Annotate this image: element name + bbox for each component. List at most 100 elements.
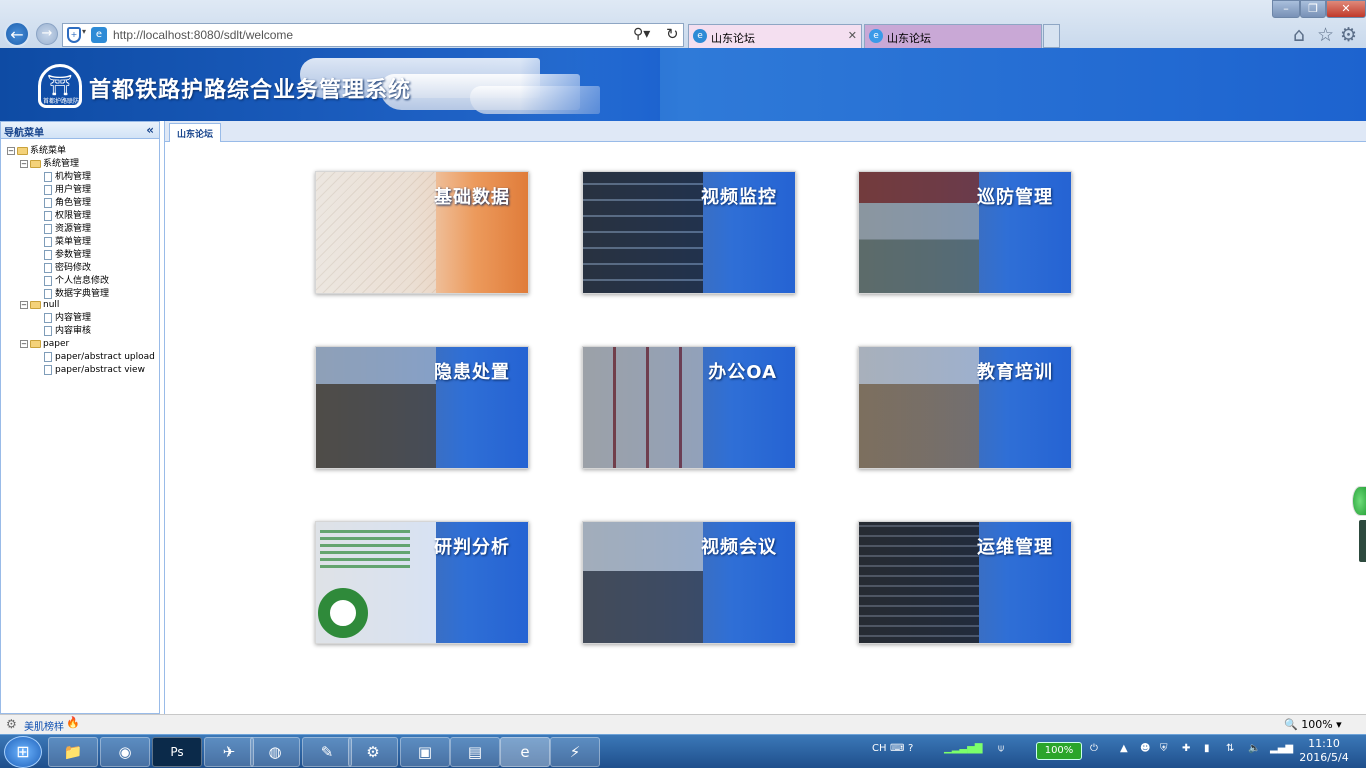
tile-education-training[interactable]: 教育培训	[858, 346, 1072, 469]
tree-toggle-icon[interactable]: −	[20, 159, 28, 168]
device-tray-icon[interactable]: ▮	[1204, 743, 1210, 754]
new-tab-button[interactable]	[1043, 24, 1060, 48]
search-icon[interactable]: ⚲▾	[633, 26, 650, 42]
folder-open-icon	[30, 159, 41, 168]
tree-toggle-icon[interactable]: −	[20, 339, 28, 348]
tree-item-review[interactable]: 内容审核	[44, 325, 91, 338]
address-bar[interactable]: + ▾ e http://localhost:8080/sdlt/welcome…	[62, 23, 684, 47]
tree-node-label: 系统菜单	[30, 146, 67, 156]
maximize-button[interactable]: ❐	[1300, 0, 1326, 18]
browser-tab-1[interactable]: e 山东论坛 ✕	[688, 24, 862, 48]
status-link[interactable]: 美肌榜样	[24, 718, 64, 733]
shield-icon[interactable]: +	[67, 27, 81, 43]
tree-item-permission[interactable]: 权限管理	[44, 210, 91, 223]
taskbar-bird-icon[interactable]: ✈	[204, 737, 254, 767]
zoom-level[interactable]: 🔍 100% ▾	[1284, 718, 1342, 731]
wifi-bars-icon[interactable]: ▂▄▆	[1270, 743, 1293, 754]
logo-caption: 首都护路联防	[42, 98, 79, 105]
tile-photo	[583, 522, 703, 643]
tile-photo	[583, 347, 703, 468]
tree-group-system[interactable]: − 系统管理	[20, 158, 79, 171]
settings-gear-icon[interactable]: ⚙	[6, 717, 17, 731]
tile-video-monitoring[interactable]: 视频监控	[582, 171, 796, 294]
taskbar-tool-icon[interactable]: ⚙	[348, 737, 398, 767]
help-icon[interactable]: ?	[908, 743, 913, 754]
taskbar-notes-icon[interactable]: ✎	[302, 737, 352, 767]
battery-indicator[interactable]: 100%	[1036, 742, 1082, 760]
browser-chrome: – ❐ ✕ ← → + ▾ e http://localhost:8080/sd…	[0, 0, 1366, 48]
taskbar-app-icon[interactable]: ▣	[400, 737, 450, 767]
tree-node-label: null	[43, 300, 60, 310]
tile-label: 视频监控	[701, 187, 777, 208]
tree-toggle-icon[interactable]: −	[7, 146, 15, 155]
document-icon	[44, 171, 52, 182]
signal-bars-icon: ▁▂▃▅▇	[944, 743, 983, 754]
zoom-value: 100%	[1301, 718, 1333, 731]
tile-analysis[interactable]: 研判分析	[315, 521, 529, 644]
gear-icon[interactable]: ⚙	[1340, 24, 1357, 46]
floating-widget-icon[interactable]	[1352, 486, 1366, 516]
keyboard-icon[interactable]: ⌨	[890, 743, 904, 754]
tile-basic-data[interactable]: 基础数据	[315, 171, 529, 294]
volume-muted-icon[interactable]: 🔈	[1248, 743, 1260, 754]
tile-photo	[583, 172, 703, 293]
minimize-button[interactable]: –	[1272, 0, 1300, 18]
url-text[interactable]: http://localhost:8080/sdlt/welcome	[113, 28, 293, 42]
show-hidden-icons[interactable]: ▲	[1120, 743, 1128, 754]
floating-side-handle[interactable]	[1359, 520, 1366, 562]
tree-item-role[interactable]: 角色管理	[44, 197, 91, 210]
refresh-icon[interactable]: ↻	[666, 25, 679, 43]
collapse-double-chevron-icon[interactable]: «	[146, 123, 154, 137]
close-window-button[interactable]: ✕	[1326, 0, 1366, 18]
taskbar-firefox-icon[interactable]: ◍	[250, 737, 300, 767]
taskbar-lightning-icon[interactable]: ⚡	[550, 737, 600, 767]
tree-group-null[interactable]: − null	[20, 299, 59, 312]
chevron-down-icon[interactable]: ▾	[82, 27, 86, 36]
tree-item-profile[interactable]: 个人信息修改	[44, 275, 109, 288]
qq-penguin-icon[interactable]: ☻	[1140, 743, 1150, 754]
tile-label: 教育培训	[977, 362, 1053, 383]
sidebar-title: 导航菜单	[4, 128, 44, 139]
tree-item-params[interactable]: 参数管理	[44, 249, 91, 262]
power-plug-icon[interactable]: ⏻	[1090, 743, 1098, 754]
tab-welcome[interactable]: 山东论坛	[169, 123, 222, 142]
tile-video-conference[interactable]: 视频会议	[582, 521, 796, 644]
document-icon	[44, 210, 52, 221]
taskbar-chrome-icon[interactable]: ◉	[100, 737, 150, 767]
taskbar-explorer-icon[interactable]: 📁	[48, 737, 98, 767]
tile-hazard-handling[interactable]: 隐患处置	[315, 346, 529, 469]
windows-start-button[interactable]: ⊞	[4, 736, 42, 768]
network-tray-icon[interactable]: ⇅	[1226, 743, 1234, 754]
system-clock[interactable]: 11:10 2016/5/4	[1296, 737, 1352, 765]
tree-item-org[interactable]: 机构管理	[44, 171, 91, 184]
tree-root[interactable]: − 系统菜单	[7, 145, 66, 158]
taskbar-ie-icon[interactable]: e	[500, 737, 550, 767]
tree-item-password[interactable]: 密码修改	[44, 262, 91, 275]
tree-item-menu[interactable]: 菜单管理	[44, 236, 91, 249]
tree-item-abstract-view[interactable]: paper/abstract view	[44, 364, 145, 377]
tree-toggle-icon[interactable]: −	[20, 300, 28, 309]
tree-item-abstract-upload[interactable]: paper/abstract upload	[44, 351, 155, 364]
input-language[interactable]: CH	[872, 743, 887, 754]
tree-group-paper[interactable]: − paper	[20, 338, 69, 351]
home-icon[interactable]: ⌂	[1293, 24, 1305, 46]
browser-tab-2[interactable]: e 山东论坛	[864, 24, 1042, 48]
tile-patrol-management[interactable]: 巡防管理	[858, 171, 1072, 294]
back-button[interactable]: ←	[4, 21, 30, 47]
clock-date: 2016/5/4	[1299, 751, 1349, 764]
tree-item-user[interactable]: 用户管理	[44, 184, 91, 197]
tile-office-oa[interactable]: 办公OA	[582, 346, 796, 469]
taskbar-image-icon[interactable]: ▤	[450, 737, 500, 767]
tile-ops-management[interactable]: 运维管理	[858, 521, 1072, 644]
forward-button[interactable]: →	[36, 23, 58, 45]
document-icon	[44, 249, 52, 260]
tile-photo	[859, 522, 979, 643]
shield-tray-icon[interactable]: ⛨	[1160, 743, 1168, 754]
tree-item-content[interactable]: 内容管理	[44, 312, 91, 325]
taskbar-photoshop-icon[interactable]: Ps	[152, 737, 202, 767]
close-tab-icon[interactable]: ✕	[848, 29, 857, 42]
favorites-star-icon[interactable]: ☆	[1317, 24, 1334, 46]
plus-tray-icon[interactable]: ✚	[1182, 743, 1190, 754]
antenna-icon[interactable]: ⍦	[998, 743, 1004, 754]
tree-item-resource[interactable]: 资源管理	[44, 223, 91, 236]
